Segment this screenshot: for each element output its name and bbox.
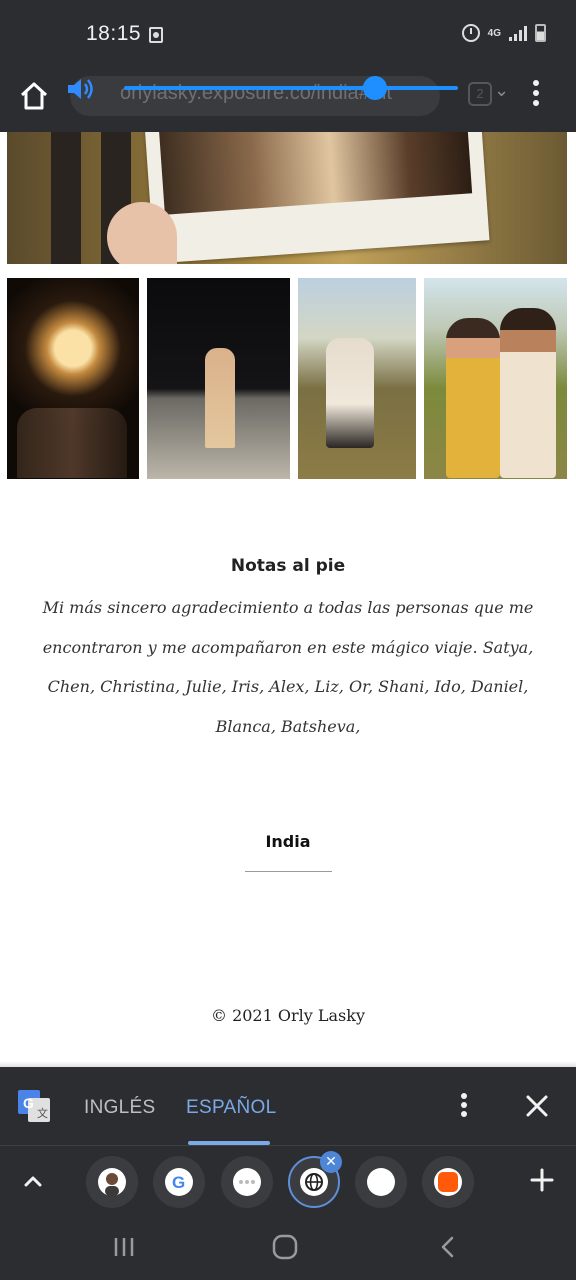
tab-avatar[interactable] bbox=[86, 1156, 138, 1208]
svg-text:G: G bbox=[23, 1095, 34, 1111]
tab-count-button[interactable]: 2 bbox=[468, 82, 492, 106]
home-icon[interactable] bbox=[18, 80, 50, 112]
google-icon: G bbox=[165, 1168, 193, 1196]
copyright-text: © 2021 Orly Lasky bbox=[210, 1006, 365, 1025]
footnote-body: Mi más sincero agradecimiento a todas la… bbox=[42, 598, 534, 736]
tab-blank[interactable] bbox=[355, 1156, 407, 1208]
gallery-photo-dance[interactable] bbox=[147, 278, 290, 479]
status-time: 18:15 bbox=[86, 22, 142, 45]
tab-page[interactable] bbox=[221, 1156, 273, 1208]
page-icon bbox=[233, 1168, 261, 1196]
recent-apps-icon[interactable] bbox=[112, 1235, 136, 1259]
battery-icon bbox=[535, 24, 546, 42]
tab-orange[interactable] bbox=[422, 1156, 474, 1208]
source-language-tab[interactable]: INGLÉS bbox=[84, 1097, 156, 1119]
tab-google[interactable]: G bbox=[153, 1156, 205, 1208]
gallery-photo-carry[interactable] bbox=[298, 278, 416, 479]
photo-gallery bbox=[7, 278, 567, 480]
footnote-title: Notas al pie bbox=[230, 556, 346, 576]
gallery-photo-friends[interactable] bbox=[424, 278, 567, 479]
translate-bar: G 文 INGLÉS ESPAÑOL bbox=[0, 1061, 576, 1145]
section-link-india[interactable]: India bbox=[0, 832, 576, 851]
browser-menu-icon[interactable] bbox=[530, 80, 542, 110]
back-icon[interactable] bbox=[436, 1235, 460, 1259]
volume-icon bbox=[68, 79, 93, 99]
blank-tab-icon bbox=[367, 1168, 395, 1196]
system-navigation-bar bbox=[0, 1215, 576, 1280]
status-icons: 4G bbox=[461, 24, 546, 42]
browser-toolbar: orlylasky.exposure.co/india#mt 2 ⌄ bbox=[0, 62, 576, 132]
close-tab-icon[interactable]: ✕ bbox=[320, 1151, 342, 1173]
close-icon[interactable] bbox=[524, 1093, 550, 1119]
home-nav-icon[interactable] bbox=[272, 1234, 298, 1260]
svg-text:文: 文 bbox=[37, 1106, 48, 1120]
status-bar: 18:15 4G bbox=[0, 0, 576, 62]
orange-app-icon bbox=[434, 1168, 462, 1196]
alarm-icon bbox=[461, 24, 480, 42]
add-tab-icon[interactable] bbox=[528, 1166, 556, 1194]
target-language-tab[interactable]: ESPAÑOL bbox=[186, 1097, 276, 1119]
hero-photo bbox=[7, 132, 567, 264]
volume-slider-track[interactable] bbox=[124, 86, 458, 90]
google-translate-icon: G 文 bbox=[18, 1090, 50, 1122]
translate-menu-icon[interactable] bbox=[458, 1093, 470, 1121]
volume-slider-handle[interactable] bbox=[362, 76, 387, 100]
globe-icon bbox=[300, 1168, 328, 1196]
gallery-photo-lantern[interactable] bbox=[7, 278, 139, 479]
chevron-up-icon[interactable] bbox=[20, 1168, 46, 1194]
svg-text:G: G bbox=[172, 1173, 185, 1192]
screen-record-icon bbox=[149, 27, 163, 43]
avatar-icon bbox=[98, 1168, 126, 1196]
web-content: Notas al pie Mi más sincero agradecimien… bbox=[0, 132, 576, 1067]
network-type: 4G bbox=[487, 27, 501, 39]
tab-strip: G ✕ bbox=[0, 1145, 576, 1215]
section-divider bbox=[245, 871, 332, 872]
signal-icon bbox=[509, 25, 527, 41]
chevron-down-icon[interactable]: ⌄ bbox=[494, 80, 509, 101]
